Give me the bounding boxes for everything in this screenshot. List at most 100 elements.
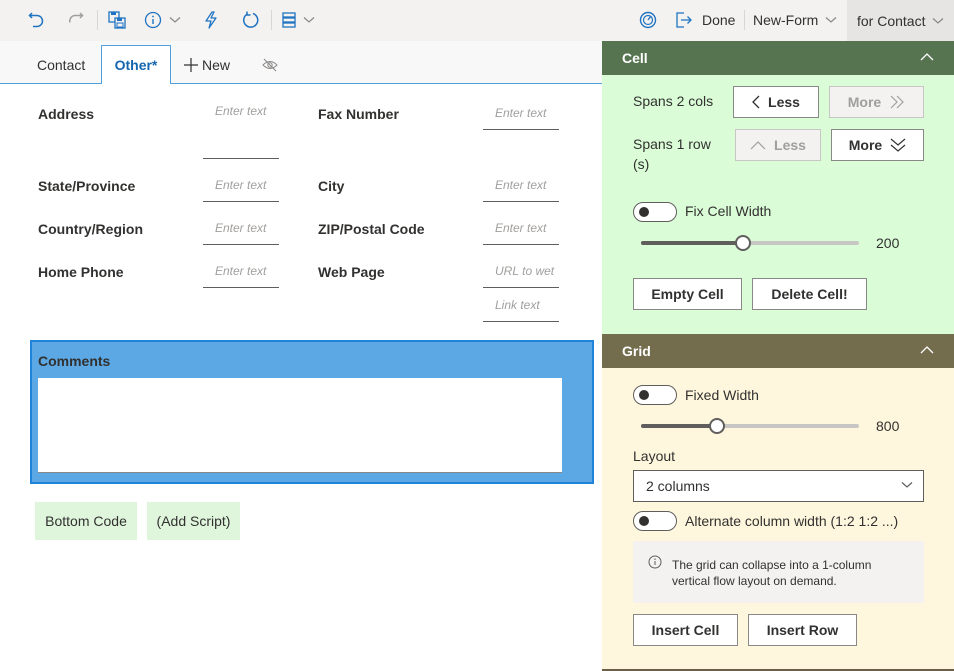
fix-cell-width-label: Fix Cell Width xyxy=(685,203,772,219)
field-label: ZIP/Postal Code xyxy=(318,221,425,237)
web-page-url-input[interactable]: URL to wet xyxy=(483,264,559,288)
grid-section-header[interactable]: Grid xyxy=(602,334,954,368)
new-tab-button[interactable]: New xyxy=(184,45,230,84)
toolbar-separator xyxy=(271,10,272,30)
less-label: Less xyxy=(774,137,806,153)
cell-width-slider[interactable] xyxy=(641,233,859,253)
undo-icon xyxy=(28,12,44,28)
add-script-button[interactable]: (Add Script) xyxy=(147,502,240,540)
fix-cell-width-toggle[interactable] xyxy=(633,202,677,222)
cell-section-header[interactable]: Cell xyxy=(602,41,954,75)
form-name-dropdown[interactable]: New-Form xyxy=(753,8,841,32)
list-dropdown-button[interactable] xyxy=(282,8,322,32)
tab-bar: Contact Other* New xyxy=(0,41,602,85)
form-target-dropdown[interactable]: for Contact xyxy=(847,0,954,41)
cell-section-title: Cell xyxy=(622,50,648,66)
toggle-knob xyxy=(639,516,649,526)
chevron-left-icon xyxy=(752,95,760,109)
lightning-icon xyxy=(205,11,217,29)
rows-less-button[interactable]: Less xyxy=(735,129,821,161)
web-page-link-text-input[interactable]: Link text xyxy=(483,298,559,322)
rows-more-button[interactable]: More xyxy=(831,129,924,161)
city-input[interactable]: Enter text xyxy=(483,178,559,202)
field-label: Fax Number xyxy=(318,106,399,122)
more-label: More xyxy=(848,137,883,153)
field-label: Address xyxy=(38,106,95,122)
address-input[interactable]: Enter text xyxy=(203,104,279,159)
layout-value: 2 columns xyxy=(646,478,710,494)
comments-cell[interactable]: Comments xyxy=(30,340,594,484)
cols-less-button[interactable]: Less xyxy=(733,86,819,118)
save-icon xyxy=(108,11,126,29)
info-message: The grid can collapse into a 1-column ve… xyxy=(633,541,924,603)
delete-cell-button[interactable]: Delete Cell! xyxy=(752,278,867,310)
lightning-button[interactable] xyxy=(201,8,221,32)
slider-thumb[interactable] xyxy=(735,235,752,251)
fixed-width-toggle[interactable] xyxy=(633,385,677,405)
form-name: New-Form xyxy=(753,12,819,28)
undo-button[interactable] xyxy=(26,8,46,32)
list-icon xyxy=(282,12,296,28)
done-button[interactable]: Done xyxy=(675,8,737,32)
tab-contact[interactable]: Contact xyxy=(26,45,96,84)
cell-width-value: 200 xyxy=(876,235,900,251)
slider-fill xyxy=(641,424,718,428)
chevron-down-icon xyxy=(933,17,944,24)
gauge-icon xyxy=(639,11,657,29)
tab-other[interactable]: Other* xyxy=(101,45,171,85)
slider-fill xyxy=(641,241,744,245)
info-icon xyxy=(144,11,162,29)
toolbar: Done New-Form for Contact xyxy=(0,0,954,41)
bottom-code-button[interactable]: Bottom Code xyxy=(35,502,137,540)
refresh-icon xyxy=(243,11,259,28)
eye-hidden-icon xyxy=(262,58,278,71)
field-label: Country/Region xyxy=(38,221,143,237)
home-phone-input[interactable]: Enter text xyxy=(203,264,279,288)
hidden-tabs-button[interactable] xyxy=(262,45,278,84)
toolbar-separator xyxy=(744,10,745,30)
insert-cell-button[interactable]: Insert Cell xyxy=(633,614,738,646)
toggle-knob xyxy=(639,207,649,217)
tab-label: Other* xyxy=(114,57,158,73)
double-chevron-down-icon xyxy=(890,138,906,152)
properties-panel: Cell Spans 2 cols Less More Spans 1 row … xyxy=(602,41,954,671)
fax-number-input[interactable]: Enter text xyxy=(483,106,559,130)
cell-section-body: Spans 2 cols Less More Spans 1 row (s) L… xyxy=(602,75,954,334)
comments-textarea[interactable] xyxy=(38,378,562,473)
chevron-down-icon xyxy=(825,17,837,23)
country-region-input[interactable]: Enter text xyxy=(203,221,279,245)
field-label: City xyxy=(318,178,345,194)
slider-thumb[interactable] xyxy=(709,418,726,434)
redo-button[interactable] xyxy=(66,8,86,32)
form-target: for Contact xyxy=(857,12,926,29)
refresh-button[interactable] xyxy=(241,8,261,32)
info-dropdown-button[interactable] xyxy=(144,8,184,32)
chevron-down-icon xyxy=(303,17,315,23)
field-label: State/Province xyxy=(38,178,136,194)
more-label: More xyxy=(847,94,882,110)
tab-label: Contact xyxy=(37,56,86,73)
alternate-column-width-toggle[interactable] xyxy=(633,511,677,531)
insert-row-button[interactable]: Insert Row xyxy=(748,614,857,646)
cols-more-button[interactable]: More xyxy=(829,86,924,118)
spans-rows-label: Spans 1 row (s) xyxy=(633,136,711,172)
exit-icon xyxy=(676,12,692,28)
spans-cols-label: Spans 2 cols xyxy=(633,93,714,109)
state-province-input[interactable]: Enter text xyxy=(203,178,279,202)
empty-cell-button[interactable]: Empty Cell xyxy=(633,278,742,310)
toggle-knob xyxy=(639,390,649,400)
chevron-up-icon xyxy=(750,140,766,149)
layout-select[interactable]: 2 columns xyxy=(633,470,924,502)
zip-postal-code-input[interactable]: Enter text xyxy=(483,221,559,245)
new-tab-label: New xyxy=(202,56,231,73)
chevron-up-icon xyxy=(920,53,934,61)
field-label: Home Phone xyxy=(38,264,124,280)
double-chevron-right-icon xyxy=(890,95,905,109)
chevron-up-icon xyxy=(920,346,934,354)
gauge-button[interactable] xyxy=(638,8,658,32)
save-button[interactable] xyxy=(107,8,127,32)
info-text: The grid can collapse into a 1-column ve… xyxy=(672,558,872,588)
layout-label: Layout xyxy=(633,448,676,464)
grid-section-body: Fixed Width 800 Layout 2 columns Alterna… xyxy=(602,368,954,671)
grid-width-slider[interactable] xyxy=(641,416,859,436)
